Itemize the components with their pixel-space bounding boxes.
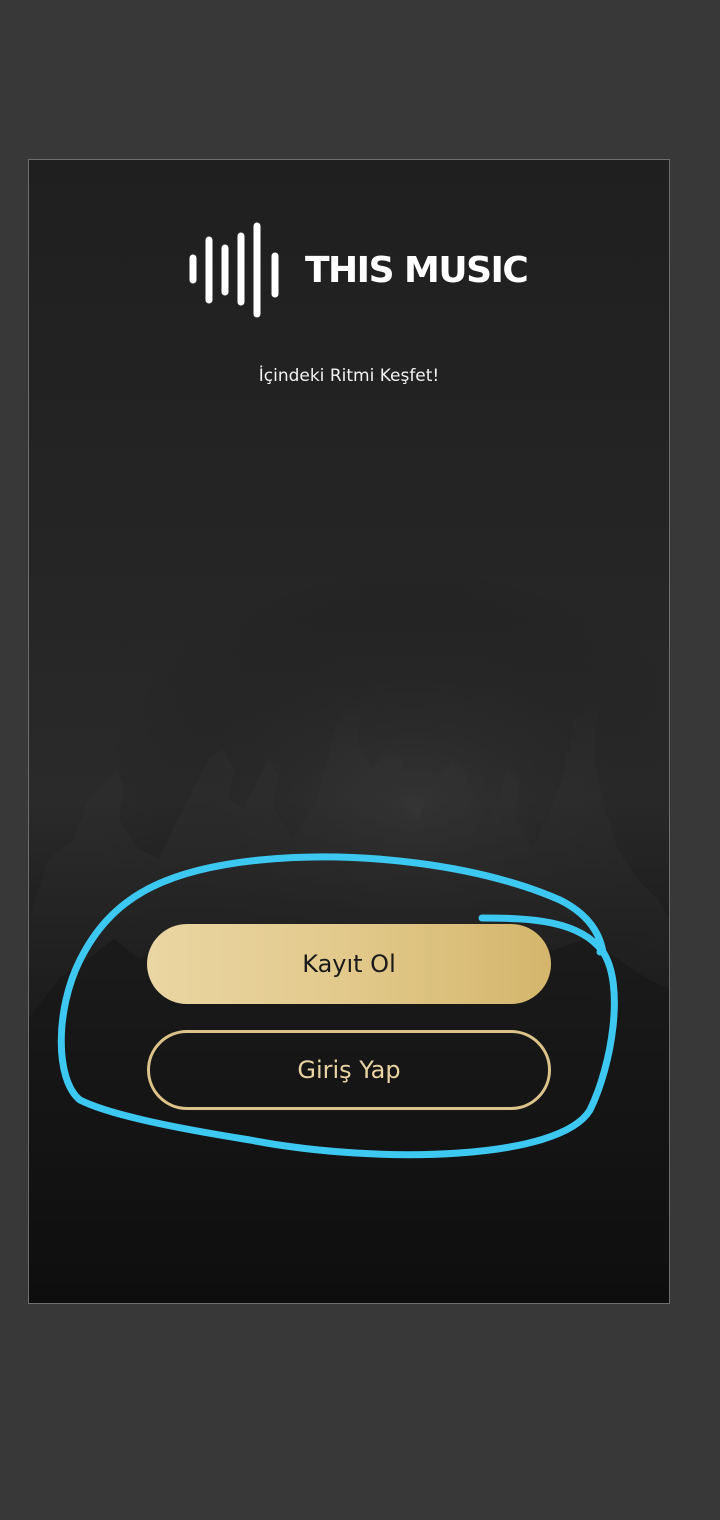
login-button[interactable]: Giriş Yap — [147, 1030, 551, 1110]
sound-wave-icon — [189, 222, 279, 318]
app-name: THIS MUSIC — [305, 249, 529, 291]
register-button[interactable]: Kayıt Ol — [147, 924, 551, 1004]
screenshot-canvas: THIS MUSIC İçindeki Ritmi Keşfet! Kayıt … — [0, 0, 720, 1520]
concert-crowd-background — [29, 539, 669, 1303]
app-screen: THIS MUSIC İçindeki Ritmi Keşfet! Kayıt … — [28, 159, 670, 1304]
tagline: İçindeki Ritmi Keşfet! — [258, 366, 440, 386]
app-logo: THIS MUSIC — [187, 222, 529, 318]
